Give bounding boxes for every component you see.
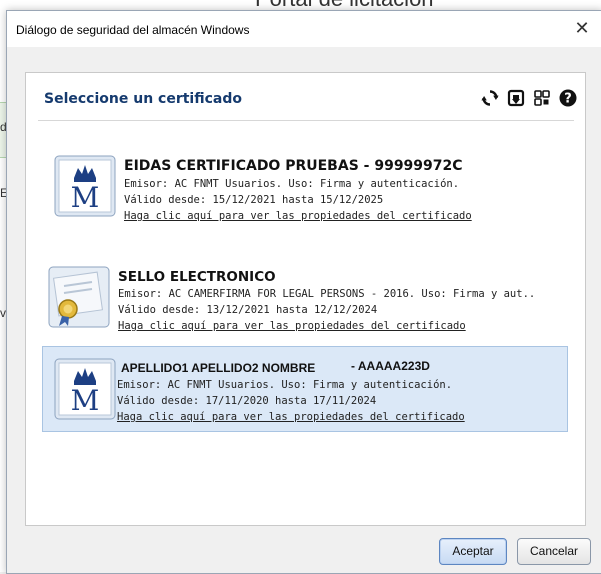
accept-button[interactable]: Aceptar xyxy=(439,538,507,565)
certificate-issuer: Emisor: AC CAMERFIRMA FOR LEGAL PERSONS … xyxy=(118,288,536,300)
certificate-name: EIDAS CERTIFICADO PRUEBAS - 99999972C xyxy=(124,158,463,174)
panel-toolbar: ? xyxy=(479,87,579,109)
dialog-title: Diálogo de seguridad del almacén Windows xyxy=(16,23,250,37)
certificate-issuer: Emisor: AC FNMT Usuarios. Uso: Firma y a… xyxy=(117,379,453,391)
security-dialog: Diálogo de seguridad del almacén Windows… xyxy=(6,10,601,574)
certificate-view-icon[interactable] xyxy=(531,87,553,109)
certificate-name: SELLO ELECTRONICO xyxy=(118,269,276,285)
heading-separator xyxy=(38,120,574,121)
refresh-icon[interactable] xyxy=(479,87,501,109)
svg-text:?: ? xyxy=(564,92,572,107)
certificate-validity: Válido desde: 17/11/2020 hasta 17/11/202… xyxy=(117,395,377,407)
seal-certificate-icon xyxy=(48,266,110,328)
certificate-properties-link[interactable]: Haga clic aquí para ver las propiedades … xyxy=(118,320,466,332)
close-icon[interactable]: ✕ xyxy=(562,11,601,47)
certificate-properties-link[interactable]: Haga clic aquí para ver las propiedades … xyxy=(117,411,465,423)
certificate-validity: Válido desde: 13/12/2021 hasta 12/12/202… xyxy=(118,304,378,316)
certificate-item[interactable]: SELLO ELECTRONICO Emisor: AC CAMERFIRMA … xyxy=(48,266,576,338)
svg-text:M: M xyxy=(71,181,100,214)
certificate-validity: Válido desde: 15/12/2021 hasta 15/12/202… xyxy=(124,194,384,206)
help-icon[interactable]: ? xyxy=(557,87,579,109)
certificate-item[interactable]: M EIDAS CERTIFICADO PRUEBAS - 99999972C … xyxy=(54,155,578,235)
certificate-panel: Seleccione un certificado ? M EIDAS CERT… xyxy=(25,72,586,526)
cancel-button[interactable]: Cancelar xyxy=(517,538,591,565)
svg-text:M: M xyxy=(71,384,100,417)
certificate-item-selected[interactable]: M APELLIDO1 APELLIDO2 NOMBRE - AAAAA223D… xyxy=(42,346,568,432)
fnmt-crown-m-icon: M xyxy=(54,358,116,420)
fnmt-crown-m-icon: M xyxy=(54,155,116,217)
import-icon[interactable] xyxy=(505,87,527,109)
certificate-id-suffix: - AAAAA223D xyxy=(351,359,430,373)
panel-heading: Seleccione un certificado xyxy=(44,91,242,107)
certificate-issuer: Emisor: AC FNMT Usuarios. Uso: Firma y a… xyxy=(124,178,460,190)
certificate-name: APELLIDO1 APELLIDO2 NOMBRE xyxy=(121,361,316,375)
dialog-titlebar[interactable]: Diálogo de seguridad del almacén Windows… xyxy=(7,11,601,47)
certificate-properties-link[interactable]: Haga clic aquí para ver las propiedades … xyxy=(124,210,472,222)
